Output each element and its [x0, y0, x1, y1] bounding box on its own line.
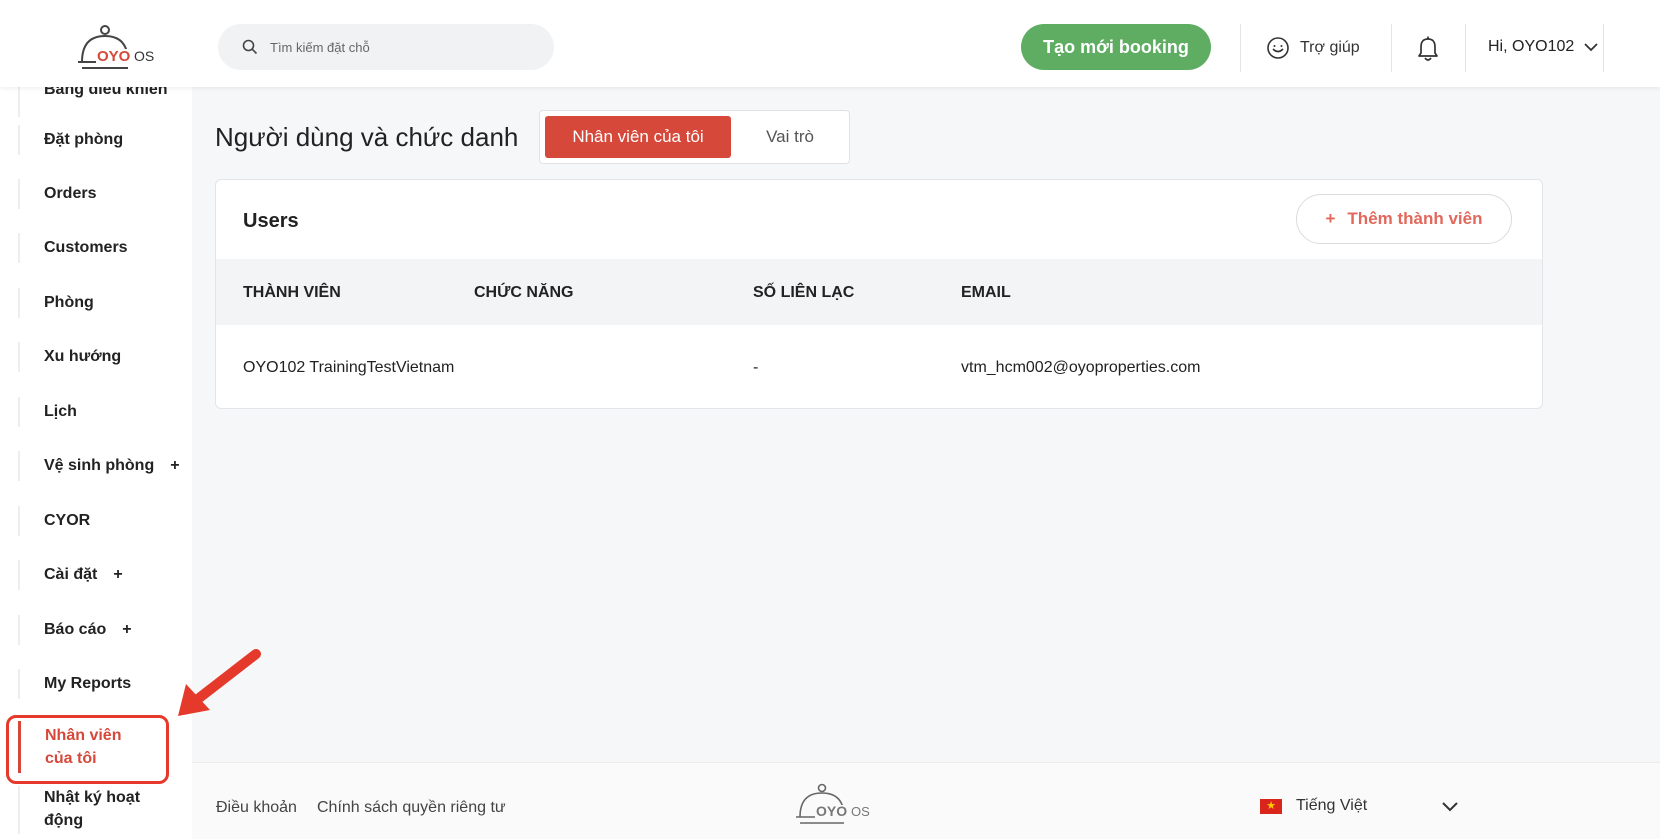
tab-roles[interactable]: Vai trò [740, 116, 840, 158]
sidebar-item-bookings[interactable]: Đặt phòng [18, 125, 188, 155]
help-label: Trợ giúp [1300, 39, 1360, 56]
terms-link[interactable]: Điều khoản [216, 799, 297, 817]
footer: Điều khoản Chính sách quyền riêng tư OYO… [192, 762, 1660, 839]
add-member-button[interactable]: + Thêm thành viên [1296, 194, 1512, 244]
expand-plus-icon[interactable]: + [122, 621, 131, 638]
header-divider [1465, 24, 1466, 72]
annotation-arrow-icon [178, 649, 261, 716]
sidebar-item-dashboard[interactable]: Bảng điều khiển [18, 87, 188, 117]
sidebar-item-rooms[interactable]: Phòng [18, 288, 188, 318]
tab-group: Nhân viên của tôi Vai trò [539, 110, 850, 164]
search-bar[interactable] [218, 24, 554, 70]
table-header: THÀNH VIÊN CHỨC NĂNG SỐ LIÊN LẠC EMAIL [216, 259, 1542, 325]
language-selector[interactable]: ★ Tiếng Việt [1260, 797, 1367, 815]
annotation-highlight-box [6, 715, 169, 784]
search-input[interactable] [268, 38, 532, 56]
sidebar-item-my-reports[interactable]: My Reports [18, 669, 188, 699]
sidebar-item-orders[interactable]: Orders [18, 179, 188, 209]
table-row[interactable]: OYO102 TrainingTestVietnam - vtm_hcm002@… [216, 325, 1542, 408]
user-menu[interactable]: Hi, OYO102 [1488, 38, 1598, 56]
svg-text:OYO: OYO [97, 48, 131, 65]
expand-plus-icon[interactable]: + [170, 457, 179, 474]
new-booking-button[interactable]: Tạo mới booking [1021, 24, 1211, 70]
oyo-os-logo[interactable]: OYO OS [78, 24, 168, 76]
sidebar-item-cyor[interactable]: CYOR [18, 506, 188, 536]
header-divider [1391, 24, 1392, 72]
search-icon [242, 39, 258, 55]
svg-text:OYO: OYO [816, 803, 847, 819]
sidebar-item-housekeeping[interactable]: Vệ sinh phòng + [18, 451, 188, 481]
cell-member: OYO102 TrainingTestVietnam [243, 359, 455, 376]
privacy-link[interactable]: Chính sách quyền riêng tư [317, 799, 506, 817]
language-label: Tiếng Việt [1296, 797, 1368, 814]
chevron-down-icon [1584, 43, 1598, 52]
notification-bell-icon[interactable] [1417, 36, 1439, 62]
help-button[interactable]: Trợ giúp [1266, 36, 1360, 60]
header-divider [1603, 24, 1604, 72]
cloche-logo-icon: OYO OS [78, 25, 154, 69]
svg-text:OS: OS [134, 48, 154, 64]
page-title: Người dùng và chức danh [215, 122, 519, 152]
sidebar-item-settings[interactable]: Cài đặt + [18, 560, 188, 590]
chevron-down-icon[interactable] [1442, 801, 1458, 812]
column-header-role: CHỨC NĂNG [474, 284, 574, 301]
svg-text:OS: OS [851, 804, 870, 819]
main-content: Người dùng và chức danh Nhân viên của tô… [192, 87, 1660, 762]
sidebar-item-reports[interactable]: Báo cáo + [18, 615, 188, 645]
cell-email: vtm_hcm002@oyoproperties.com [961, 359, 1201, 376]
plus-icon: + [1325, 209, 1336, 228]
expand-plus-icon[interactable]: + [113, 566, 122, 583]
users-card: Users + Thêm thành viên THÀNH VIÊN CHỨC … [215, 179, 1543, 409]
tab-my-staff[interactable]: Nhân viên của tôi [545, 116, 731, 158]
vietnam-flag-icon: ★ [1260, 798, 1282, 814]
cell-contact: - [753, 359, 759, 376]
footer-oyo-os-logo: OYO OS [796, 783, 870, 824]
help-support-icon [1267, 37, 1289, 59]
header-divider [1240, 24, 1241, 72]
user-greeting: Hi, OYO102 [1488, 38, 1575, 55]
card-title: Users [243, 210, 299, 232]
sidebar-item-customers[interactable]: Customers [18, 233, 188, 263]
column-header-contact: SỐ LIÊN LẠC [753, 284, 855, 301]
column-header-email: EMAIL [961, 284, 1011, 301]
add-member-label: Thêm thành viên [1347, 209, 1483, 228]
sidebar-item-trends[interactable]: Xu hướng [18, 342, 188, 372]
top-header: OYO OS Tạo mới booking Trợ giúp Hi, OYO1… [0, 6, 1660, 87]
sidebar-item-calendar[interactable]: Lịch [18, 397, 188, 427]
column-header-member: THÀNH VIÊN [243, 284, 341, 301]
sidebar-item-activity-log[interactable]: Nhật ký hoạt động [18, 786, 188, 834]
